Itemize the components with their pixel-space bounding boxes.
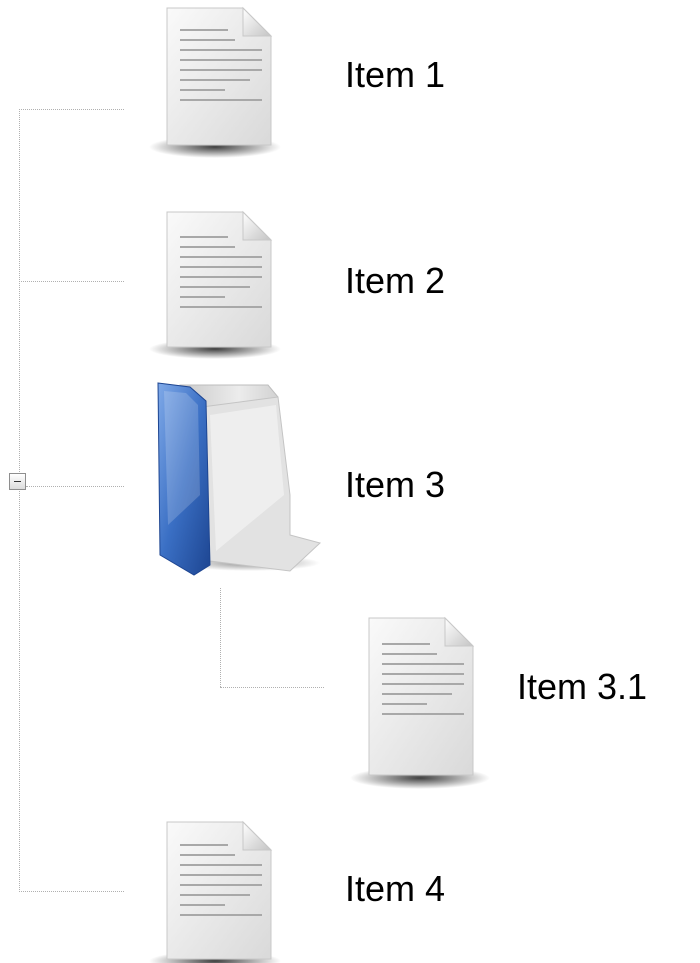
tree-item-3-1[interactable]: Item 3.1 — [340, 610, 700, 790]
document-icon — [149, 210, 281, 359]
tree-view: Item 1 Item 2 Item 3 Item 3.1 Item 4 — [0, 0, 700, 963]
tree-item-3[interactable]: Item 3 — [150, 375, 480, 585]
tree-connector-item-3-1 — [220, 687, 324, 688]
tree-connector-vertical — [19, 109, 20, 892]
tree-connector-item-2 — [19, 281, 124, 282]
document-icon — [149, 820, 281, 963]
document-icon — [350, 616, 490, 789]
tree-item-label: Item 1 — [345, 54, 446, 95]
tree-item-label: Item 2 — [345, 260, 446, 301]
tree-connector-item-1 — [19, 109, 124, 110]
tree-connector-item-3 — [26, 486, 124, 487]
tree-item-label: Item 3.1 — [517, 666, 648, 707]
tree-connector-child-vertical — [220, 588, 221, 687]
tree-item-1[interactable]: Item 1 — [140, 0, 480, 180]
tree-connector-item-4 — [19, 891, 124, 892]
collapse-toggle-button[interactable] — [9, 473, 26, 490]
tree-item-2[interactable]: Item 2 — [140, 205, 480, 365]
folder-icon — [157, 382, 322, 576]
tree-item-4[interactable]: Item 4 — [140, 815, 480, 963]
tree-item-label: Item 4 — [345, 868, 446, 909]
minus-icon — [14, 481, 21, 482]
document-icon — [149, 6, 281, 158]
tree-item-label: Item 3 — [345, 464, 446, 505]
